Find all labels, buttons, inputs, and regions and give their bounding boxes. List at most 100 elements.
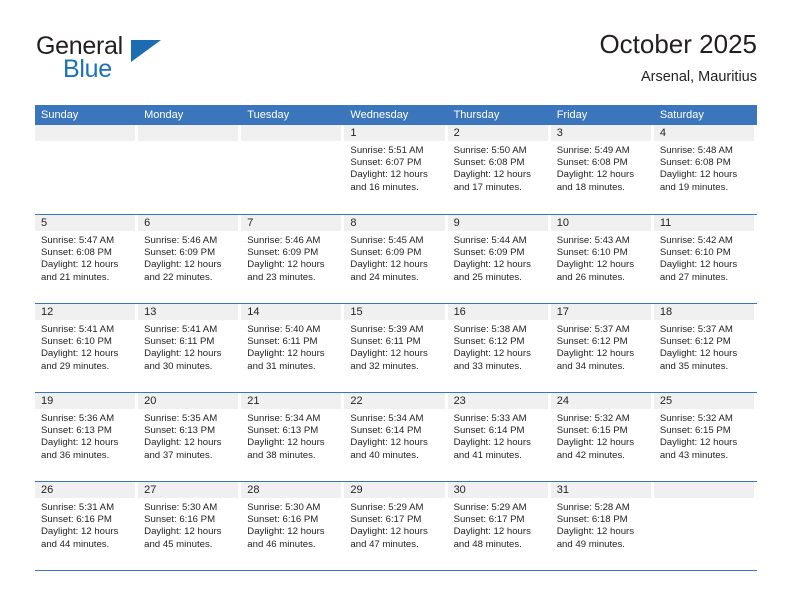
day-cell-details: Sunrise: 5:44 AM Sunset: 6:09 PM Daylight:… [448,231,548,284]
day-detail-line: Sunset: 6:11 PM [247,336,318,348]
day-detail-line: and 22 minutes. [144,271,213,283]
day-detail-line: Sunrise: 5:46 AM [144,235,218,246]
day-number: 8 [344,215,445,231]
calendar-day-cell-17[interactable]: 17 Sunrise: 5:37 AM Sunset: 6:12 PM Dayligh… [550,304,654,392]
day-detail-line: Sunrise: 5:46 AM [247,235,321,246]
day-number: 29 [344,482,445,498]
day-number: 26 [35,482,136,498]
calendar-week-row: 19 Sunrise: 5:36 AM Sunset: 6:13 PM Dayligh… [35,392,757,481]
day-detail-line: Sunset: 6:12 PM [659,336,731,348]
day-detail-line: Sunset: 6:09 PM [350,247,422,259]
calendar-day-cell-25[interactable]: 25 Sunrise: 5:32 AM Sunset: 6:15 PM Dayligh… [653,393,757,481]
day-detail-line: Sunrise: 5:41 AM [144,324,218,335]
day-detail-line: Sunset: 6:10 PM [556,247,628,259]
day-cell-inner: 5 Sunrise: 5:47 AM Sunset: 6:08 PM Daylight… [35,215,136,303]
day-detail-line: Sunset: 6:14 PM [350,425,422,437]
day-cell-details: Sunrise: 5:36 AM Sunset: 6:13 PM Daylight:… [35,409,135,462]
calendar-day-cell-5[interactable]: 5 Sunrise: 5:47 AM Sunset: 6:08 PM Daylight… [35,215,138,303]
page-header: General Blue October 2025 Arsenal, Mauri… [0,0,792,104]
day-cell-details: Sunrise: 5:34 AM Sunset: 6:13 PM Daylight:… [241,409,341,462]
calendar-day-cell-23[interactable]: 23 Sunrise: 5:33 AM Sunset: 6:14 PM Dayligh… [447,393,551,481]
day-number: 9 [447,215,548,231]
day-number: 23 [447,393,548,409]
calendar-day-cell-28[interactable]: 28 Sunrise: 5:30 AM Sunset: 6:16 PM Dayligh… [241,482,344,570]
day-detail-line: and 23 minutes. [247,271,316,283]
day-detail-line: Sunset: 6:09 PM [144,247,216,259]
day-detail-line: Daylight: 12 hours [247,526,325,538]
day-cell-inner: 14 Sunrise: 5:40 AM Sunset: 6:11 PM Dayligh… [241,304,342,392]
calendar-day-cell-30[interactable]: 30 Sunrise: 5:29 AM Sunset: 6:17 PM Dayligh… [447,482,551,570]
day-cell-inner: 8 Sunrise: 5:45 AM Sunset: 6:09 PM Daylight… [344,215,445,303]
calendar-weeks: 1 Sunrise: 5:51 AM Sunset: 6:07 PM Daylight… [35,125,757,570]
day-detail-line: and 33 minutes. [453,360,522,372]
day-detail-line: Daylight: 12 hours [453,259,531,271]
calendar-day-cell-22[interactable]: 22 Sunrise: 5:34 AM Sunset: 6:14 PM Dayligh… [344,393,447,481]
weekday-header-monday: Monday [144,109,184,121]
calendar-day-cell-24[interactable]: 24 Sunrise: 5:32 AM Sunset: 6:15 PM Dayligh… [550,393,654,481]
day-cell-inner: 13 Sunrise: 5:41 AM Sunset: 6:11 PM Dayligh… [138,304,239,392]
calendar-day-cell-15[interactable]: 15 Sunrise: 5:39 AM Sunset: 6:11 PM Dayligh… [344,304,447,392]
calendar-day-cell-31[interactable]: 31 Sunrise: 5:28 AM Sunset: 6:18 PM Dayligh… [550,482,654,570]
calendar-day-cell-29[interactable]: 29 Sunrise: 5:29 AM Sunset: 6:17 PM Dayligh… [344,482,447,570]
day-detail-line: and 42 minutes. [556,449,625,461]
calendar-day-cell-8[interactable]: 8 Sunrise: 5:45 AM Sunset: 6:09 PM Daylight… [344,215,447,303]
calendar-day-cell-2[interactable]: 2 Sunrise: 5:50 AM Sunset: 6:08 PM Daylight… [447,125,551,214]
day-number: 4 [653,125,754,141]
calendar-day-cell-4[interactable]: 4 Sunrise: 5:48 AM Sunset: 6:08 PM Daylight… [653,125,757,214]
general-blue-logo[interactable]: General Blue [36,32,256,92]
calendar-day-cell-10[interactable]: 10 Sunrise: 5:43 AM Sunset: 6:10 PM Dayligh… [550,215,654,303]
calendar-day-cell-11[interactable]: 11 Sunrise: 5:42 AM Sunset: 6:10 PM Dayligh… [653,215,757,303]
day-cell-details: Sunrise: 5:46 AM Sunset: 6:09 PM Daylight:… [241,231,341,284]
calendar-day-cell-3[interactable]: 3 Sunrise: 5:49 AM Sunset: 6:08 PM Daylight… [550,125,654,214]
calendar-day-cell-21[interactable]: 21 Sunrise: 5:34 AM Sunset: 6:13 PM Dayligh… [241,393,344,481]
calendar-day-cell-27[interactable]: 27 Sunrise: 5:30 AM Sunset: 6:16 PM Dayligh… [138,482,241,570]
day-detail-line: Sunrise: 5:39 AM [350,324,424,335]
calendar-day-cell-16[interactable]: 16 Sunrise: 5:38 AM Sunset: 6:12 PM Dayligh… [447,304,551,392]
day-number: 12 [35,304,136,320]
day-detail-line: and 44 minutes. [41,538,110,550]
weekday-header-friday: Friday [556,109,588,121]
day-detail-line: Sunrise: 5:37 AM [556,324,630,335]
day-detail-line: Daylight: 12 hours [144,437,222,449]
day-cell-details: Sunrise: 5:51 AM Sunset: 6:07 PM Daylight:… [344,141,444,194]
day-detail-line: and 25 minutes. [453,271,522,283]
calendar-day-cell-7[interactable]: 7 Sunrise: 5:46 AM Sunset: 6:09 PM Daylight… [241,215,344,303]
day-detail-line: Sunrise: 5:37 AM [659,324,733,335]
day-cell-details: Sunrise: 5:40 AM Sunset: 6:11 PM Daylight:… [241,320,341,373]
calendar-day-cell-9[interactable]: 9 Sunrise: 5:44 AM Sunset: 6:09 PM Daylight… [447,215,551,303]
day-detail-line: Daylight: 12 hours [453,437,531,449]
day-cell-inner: 7 Sunrise: 5:46 AM Sunset: 6:09 PM Daylight… [241,215,342,303]
day-detail-line: Sunset: 6:10 PM [659,247,731,259]
day-detail-line: Sunset: 6:17 PM [453,514,525,526]
day-cell-details [241,141,341,145]
calendar-day-cell-20[interactable]: 20 Sunrise: 5:35 AM Sunset: 6:13 PM Dayligh… [138,393,241,481]
day-cell-inner: 21 Sunrise: 5:34 AM Sunset: 6:13 PM Dayligh… [241,393,342,481]
calendar-day-cell-13[interactable]: 13 Sunrise: 5:41 AM Sunset: 6:11 PM Dayligh… [138,304,241,392]
day-detail-line: and 16 minutes. [350,181,419,193]
day-detail-line: Sunrise: 5:50 AM [453,145,527,156]
day-detail-line: Daylight: 12 hours [144,259,222,271]
day-cell-inner: 1 Sunrise: 5:51 AM Sunset: 6:07 PM Daylight… [344,125,445,214]
day-detail-line: Sunrise: 5:38 AM [453,324,527,335]
day-cell-inner: 17 Sunrise: 5:37 AM Sunset: 6:12 PM Dayligh… [550,304,651,392]
day-cell-inner: 28 Sunrise: 5:30 AM Sunset: 6:16 PM Dayligh… [241,482,342,570]
calendar-day-cell-1[interactable]: 1 Sunrise: 5:51 AM Sunset: 6:07 PM Daylight… [344,125,447,214]
calendar-day-cell-6[interactable]: 6 Sunrise: 5:46 AM Sunset: 6:09 PM Daylight… [138,215,241,303]
calendar-day-cell-14[interactable]: 14 Sunrise: 5:40 AM Sunset: 6:11 PM Dayligh… [241,304,344,392]
calendar-day-cell-12[interactable]: 12 Sunrise: 5:41 AM Sunset: 6:10 PM Dayligh… [35,304,138,392]
day-detail-line: Daylight: 12 hours [453,348,531,360]
weekday-header-thursday: Thursday [453,109,500,121]
day-detail-line: Sunrise: 5:30 AM [144,502,218,513]
day-detail-line: and 41 minutes. [453,449,522,461]
calendar-day-cell-18[interactable]: 18 Sunrise: 5:37 AM Sunset: 6:12 PM Dayligh… [653,304,757,392]
day-detail-line: Sunrise: 5:43 AM [556,235,630,246]
day-number: 24 [550,393,651,409]
day-cell-details: Sunrise: 5:29 AM Sunset: 6:17 PM Daylight:… [448,498,548,551]
day-detail-line: Daylight: 12 hours [659,437,738,449]
day-cell-details [138,141,238,145]
day-detail-line: and 19 minutes. [659,181,729,193]
calendar-day-cell-19[interactable]: 19 Sunrise: 5:36 AM Sunset: 6:13 PM Dayligh… [35,393,138,481]
day-detail-line: Sunrise: 5:49 AM [556,145,630,156]
calendar-day-cell-26[interactable]: 26 Sunrise: 5:31 AM Sunset: 6:16 PM Dayligh… [35,482,138,570]
day-detail-line: and 36 minutes. [41,449,110,461]
